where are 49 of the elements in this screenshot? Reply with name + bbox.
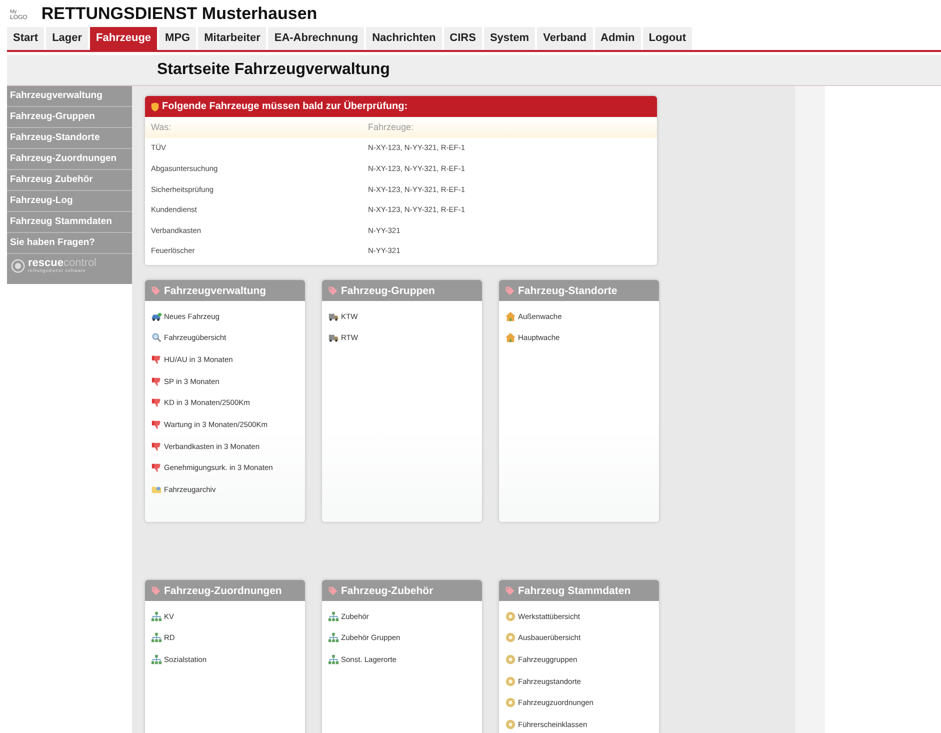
card-title: Fahrzeug Stammdaten bbox=[518, 584, 631, 597]
nav-tab[interactable]: Logout bbox=[642, 27, 692, 50]
tag-icon bbox=[151, 286, 161, 296]
hierarchy-icon bbox=[328, 654, 339, 665]
house-icon bbox=[505, 332, 516, 344]
nav-tab[interactable]: Start bbox=[7, 27, 44, 50]
card-title: Fahrzeug-Standorte bbox=[518, 284, 618, 297]
house-icon bbox=[505, 310, 516, 322]
nav-tab[interactable]: Fahrzeuge bbox=[90, 27, 158, 50]
thumbs-down-icon bbox=[151, 376, 162, 387]
card-title: Fahrzeugverwaltung bbox=[164, 284, 266, 297]
card-title: Fahrzeug-Zuordnungen bbox=[164, 584, 282, 597]
nav-tab[interactable]: System bbox=[484, 27, 536, 50]
thumbs-down-icon bbox=[151, 418, 162, 430]
card-title: Fahrzeug-Gruppen bbox=[341, 284, 435, 297]
nav-tab[interactable]: Lager bbox=[46, 27, 88, 50]
hierarchy-icon bbox=[151, 610, 162, 622]
nav-tab[interactable]: CIRS bbox=[444, 27, 482, 50]
column-header: Fahrzeuge: bbox=[368, 122, 415, 132]
column-header: Was: bbox=[151, 122, 172, 132]
tag-icon bbox=[505, 286, 515, 296]
nav-tab[interactable]: MPG bbox=[159, 27, 196, 50]
hierarchy-icon bbox=[328, 610, 339, 622]
truck-icon bbox=[328, 332, 339, 344]
car-icon bbox=[151, 310, 162, 322]
site-title: RETTUNGSDIENST Musterhausen bbox=[41, 4, 318, 24]
tag-icon bbox=[328, 286, 338, 296]
hierarchy-icon bbox=[151, 632, 162, 644]
hierarchy-icon bbox=[328, 632, 339, 644]
emblem-icon bbox=[11, 259, 25, 273]
tag-icon bbox=[151, 586, 161, 596]
nav-tab[interactable]: EA-Abrechnung bbox=[268, 27, 364, 50]
nav-tab[interactable]: Nachrichten bbox=[366, 27, 442, 50]
nav-tab[interactable]: Mitarbeiter bbox=[198, 27, 266, 50]
thumbs-down-icon bbox=[151, 397, 162, 408]
tag-icon bbox=[505, 586, 515, 596]
folder-icon bbox=[151, 484, 162, 495]
alert-title: Folgende Fahrzeuge müssen bald zur Überprüfung: bbox=[162, 101, 408, 112]
page-heading: Startseite Fahrzeugverwaltung bbox=[157, 61, 390, 79]
search-icon bbox=[151, 332, 162, 344]
shield-icon bbox=[151, 102, 159, 112]
nav-tab[interactable]: Admin bbox=[594, 27, 641, 50]
thumbs-down-icon bbox=[151, 354, 162, 365]
hierarchy-icon bbox=[151, 654, 162, 665]
nav-tab[interactable]: Verband bbox=[537, 27, 592, 50]
card-title: Fahrzeug-Zubehör bbox=[341, 584, 434, 597]
thumbs-down-icon bbox=[151, 462, 162, 474]
thumbs-down-icon bbox=[151, 440, 162, 452]
tag-icon bbox=[328, 586, 338, 596]
